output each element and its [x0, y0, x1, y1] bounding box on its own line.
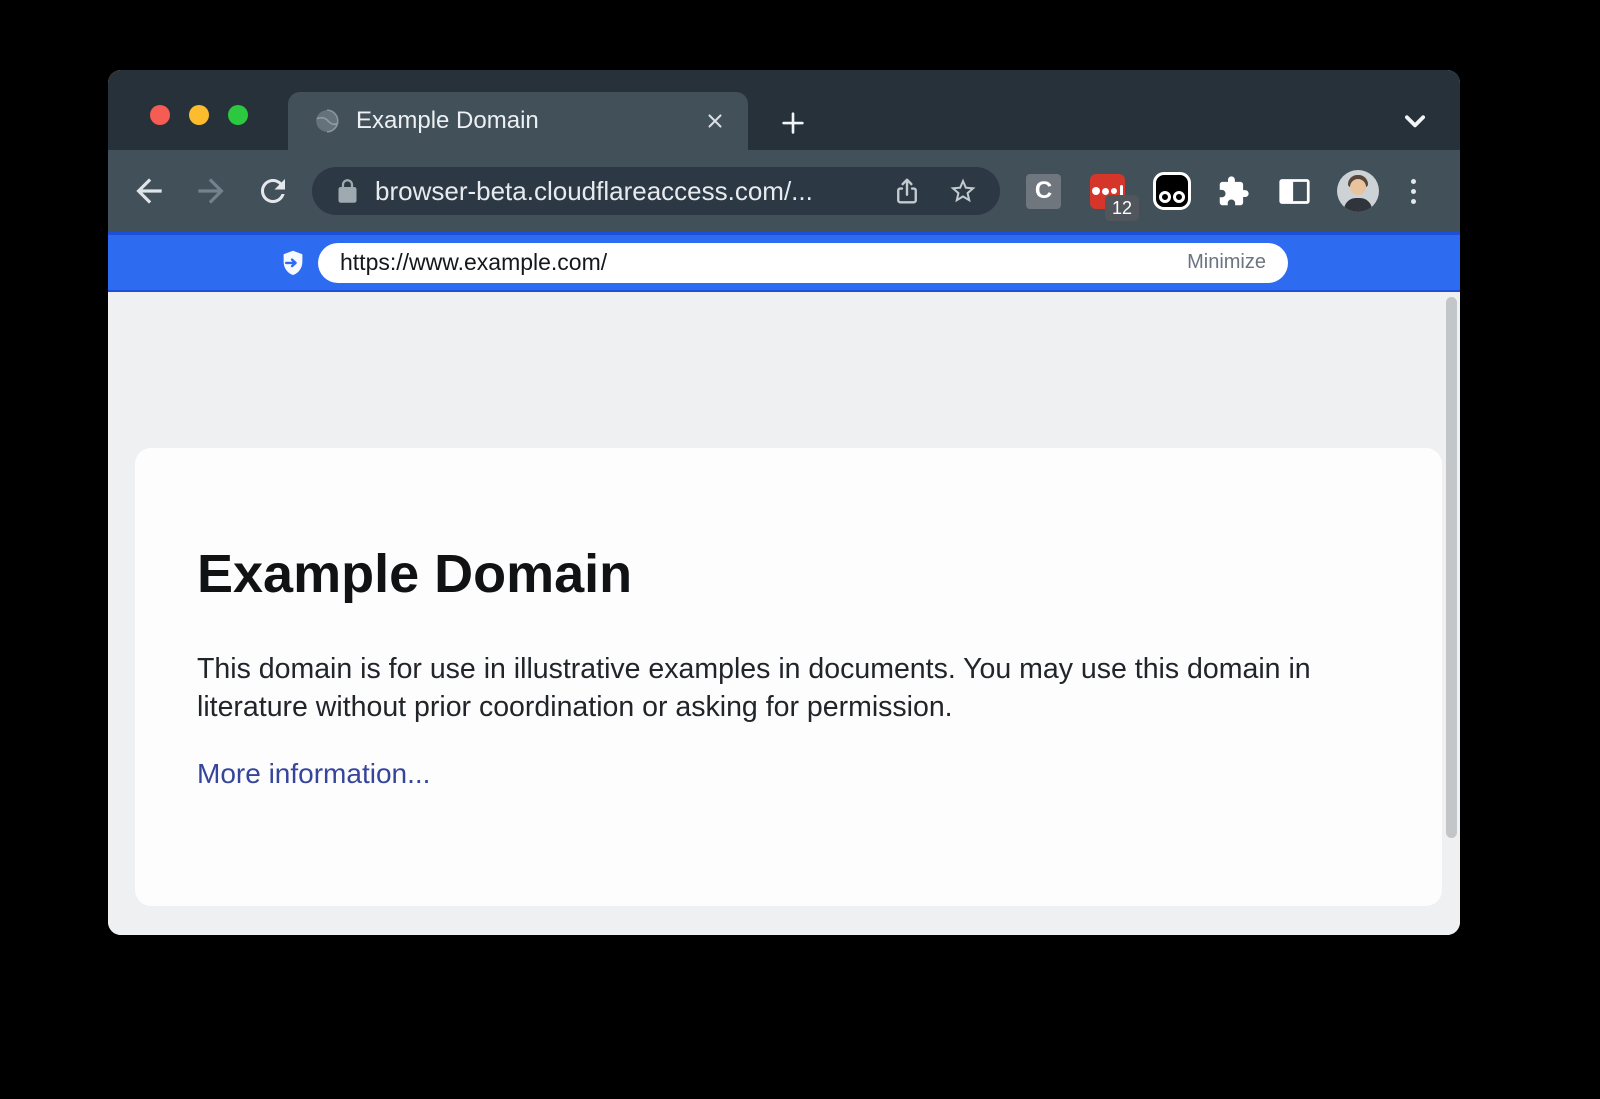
extension-c-icon[interactable]: C: [1026, 174, 1061, 209]
lastpass-dot: [1092, 187, 1100, 195]
tab-close-icon[interactable]: [702, 108, 728, 134]
minimize-button[interactable]: Minimize: [1187, 251, 1266, 274]
omnibox-url-text: browser-beta.cloudflareaccess.com/...: [375, 176, 892, 207]
isolation-address-bar: https://www.example.com/ Minimize: [108, 232, 1460, 292]
extensions-puzzle-icon[interactable]: [1217, 175, 1250, 208]
lastpass-badge: 12: [1105, 195, 1139, 221]
minimize-window-button[interactable]: [189, 105, 209, 125]
more-information-link[interactable]: More information...: [197, 758, 430, 790]
lastpass-extension-icon[interactable]: 12: [1090, 174, 1125, 209]
circle-glyph: [1159, 191, 1171, 203]
fullscreen-window-button[interactable]: [228, 105, 248, 125]
extension-row: C 12: [1026, 170, 1423, 212]
new-tab-button[interactable]: [776, 106, 810, 140]
browser-window: Example Domain: [108, 70, 1460, 935]
globe-favicon-icon: [314, 108, 340, 134]
vertical-scrollbar[interactable]: [1446, 297, 1457, 838]
share-icon[interactable]: [892, 176, 922, 206]
circle-glyph: [1173, 191, 1185, 203]
screenshot-background: Example Domain: [0, 0, 1600, 1099]
tab-title: Example Domain: [356, 107, 702, 135]
page-paragraph: This domain is for use in illustrative e…: [197, 650, 1352, 726]
browser-toolbar: browser-beta.cloudflareaccess.com/... C: [108, 150, 1460, 232]
chevron-down-icon[interactable]: [1398, 106, 1432, 136]
omnibox-url-bar[interactable]: browser-beta.cloudflareaccess.com/...: [312, 167, 1000, 215]
back-button[interactable]: [124, 166, 174, 216]
close-window-button[interactable]: [150, 105, 170, 125]
tab-strip: Example Domain: [108, 70, 1460, 150]
bookmark-star-icon[interactable]: [948, 176, 978, 206]
page-viewport: Example Domain This domain is for use in…: [108, 292, 1460, 935]
lock-icon: [334, 178, 361, 205]
side-panel-icon[interactable]: [1278, 175, 1311, 208]
isolation-url-text: https://www.example.com/: [340, 249, 1187, 276]
avatar-body: [1344, 198, 1372, 212]
content-card: Example Domain This domain is for use in…: [135, 448, 1442, 906]
page-title: Example Domain: [197, 544, 1380, 604]
browser-menu-icon[interactable]: [1403, 179, 1423, 204]
forward-button[interactable]: [186, 166, 236, 216]
two-circles-extension-icon[interactable]: [1153, 172, 1191, 210]
lastpass-dot: [1111, 188, 1117, 194]
isolation-url-field[interactable]: https://www.example.com/ Minimize: [318, 243, 1288, 283]
lastpass-dot: [1102, 188, 1109, 195]
shield-arrow-icon: [278, 248, 308, 278]
profile-avatar[interactable]: [1337, 170, 1379, 212]
avatar-face: [1350, 179, 1366, 195]
tab-example-domain[interactable]: Example Domain: [288, 92, 748, 150]
reload-button[interactable]: [248, 166, 298, 216]
